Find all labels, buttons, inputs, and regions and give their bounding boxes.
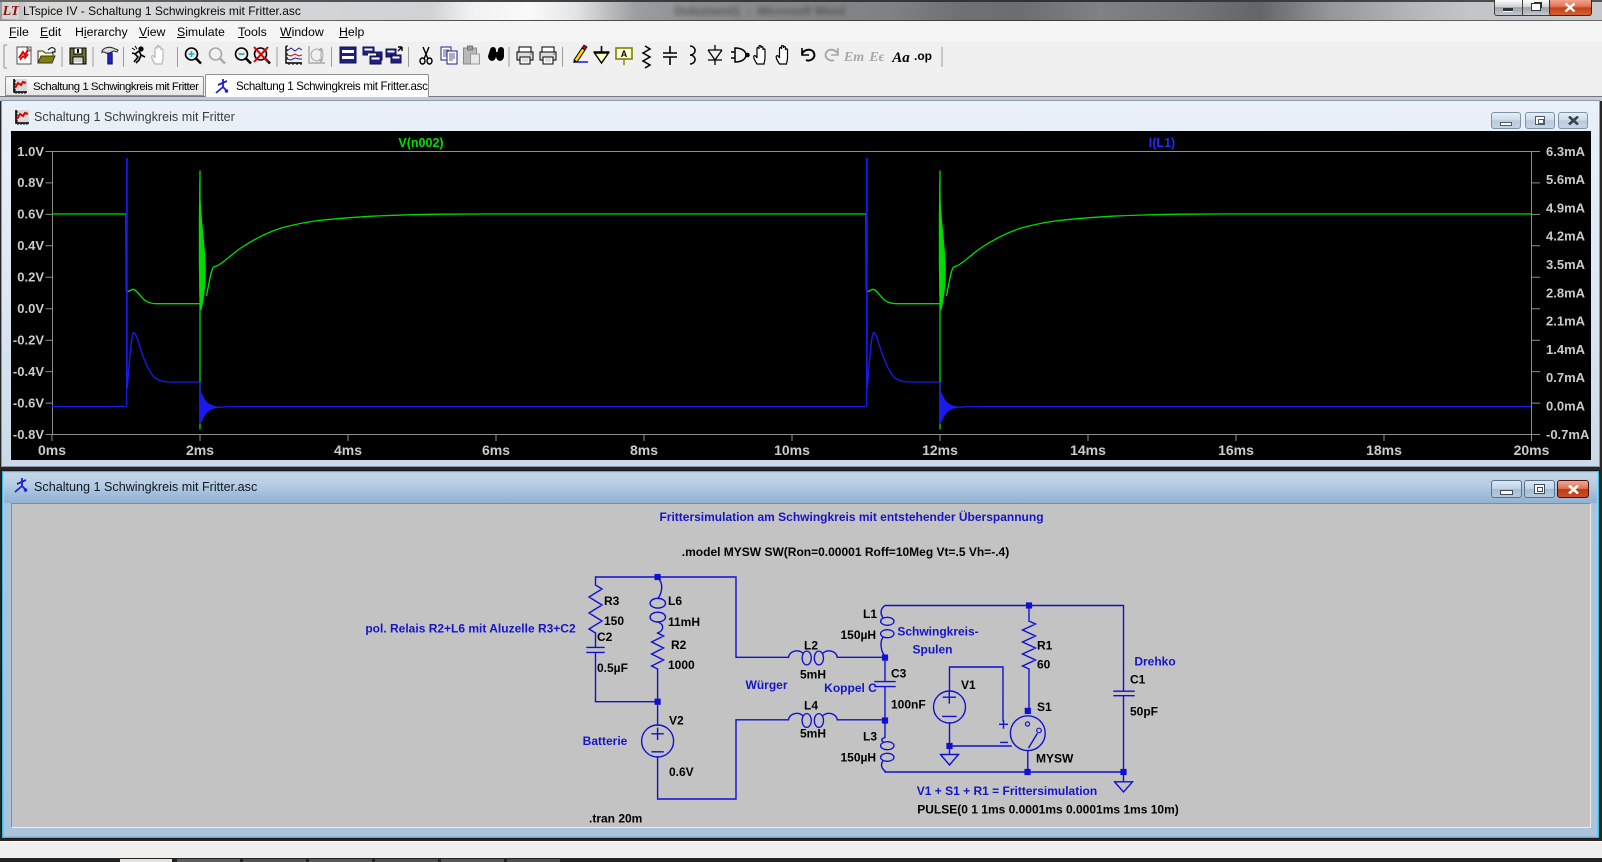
svg-text:-0.4V: -0.4V — [13, 364, 44, 379]
svg-text:R1: R1 — [1037, 639, 1053, 653]
svg-text:.tran 20m: .tran 20m — [589, 812, 642, 826]
svg-text:-0.2V: -0.2V — [13, 333, 44, 348]
svg-text:1.0V: 1.0V — [17, 144, 44, 159]
svg-text:100nF: 100nF — [891, 698, 926, 712]
svg-text:0.4V: 0.4V — [17, 238, 44, 253]
svg-text:4.2mA: 4.2mA — [1546, 229, 1586, 244]
svg-text:150µH: 150µH — [841, 751, 877, 765]
svg-text:5mH: 5mH — [800, 668, 826, 682]
svg-text:-0.7mA: -0.7mA — [1546, 427, 1590, 442]
svg-text:0.2V: 0.2V — [17, 270, 44, 285]
svg-text:8ms: 8ms — [630, 442, 658, 458]
svg-text:6.3mA: 6.3mA — [1546, 144, 1586, 159]
svg-text:Batterie: Batterie — [583, 734, 628, 748]
svg-text:L1: L1 — [863, 607, 877, 621]
svg-text:0.5µF: 0.5µF — [597, 661, 628, 675]
svg-text:11mH: 11mH — [668, 615, 700, 629]
svg-text:2.8mA: 2.8mA — [1546, 285, 1586, 300]
svg-text:5mH: 5mH — [800, 727, 826, 741]
svg-text:V1: V1 — [961, 678, 976, 692]
svg-text:pol. Relais R2+L6 mit Aluzelle: pol. Relais R2+L6 mit Aluzelle R3+C2 — [365, 622, 576, 636]
svg-text:60: 60 — [1037, 658, 1051, 672]
svg-text:14ms: 14ms — [1070, 442, 1106, 458]
svg-text:V1 + S1 + R1 = Frittersimulati: V1 + S1 + R1 = Frittersimulation — [917, 784, 1097, 798]
svg-text:MYSW: MYSW — [1036, 752, 1074, 766]
svg-text:S1: S1 — [1037, 700, 1052, 714]
svg-text:LT: LT — [2, 4, 19, 19]
svg-text:50pF: 50pF — [1130, 705, 1158, 719]
svg-text:1000: 1000 — [668, 658, 695, 672]
svg-text:PULSE(0 1 1ms 0.0001ms 0.0001m: PULSE(0 1 1ms 0.0001ms 0.0001ms 1ms 10m) — [917, 803, 1179, 817]
svg-text:L6: L6 — [668, 594, 682, 608]
svg-text:C1: C1 — [1130, 673, 1146, 687]
svg-text:4.9mA: 4.9mA — [1546, 200, 1586, 215]
svg-text:.model MYSW SW(Ron=0.00001 Rof: .model MYSW SW(Ron=0.00001 Roff=10Meg Vt… — [682, 545, 1009, 559]
svg-text:1.4mA: 1.4mA — [1546, 342, 1586, 357]
svg-text:L2: L2 — [804, 639, 818, 653]
svg-text:0.6V: 0.6V — [669, 765, 694, 779]
svg-text:V(n002): V(n002) — [398, 136, 443, 150]
svg-text:4ms: 4ms — [334, 442, 362, 458]
svg-text:2ms: 2ms — [186, 442, 214, 458]
svg-text:0.0V: 0.0V — [17, 301, 44, 316]
svg-text:3.5mA: 3.5mA — [1546, 257, 1586, 272]
svg-text:10ms: 10ms — [774, 442, 810, 458]
svg-text:L4: L4 — [804, 699, 818, 713]
svg-text:150µH: 150µH — [841, 628, 877, 642]
svg-text:Koppel C: Koppel C — [824, 681, 877, 695]
svg-text:18ms: 18ms — [1366, 442, 1402, 458]
svg-text:0.6V: 0.6V — [17, 207, 44, 222]
svg-text:A: A — [621, 49, 628, 59]
svg-text:V2: V2 — [669, 714, 684, 728]
svg-text:150: 150 — [604, 614, 624, 628]
svg-text:Schwingkreis-: Schwingkreis- — [897, 625, 978, 639]
svg-text:-0.8V: -0.8V — [13, 427, 44, 442]
svg-text:16ms: 16ms — [1218, 442, 1254, 458]
svg-text:6ms: 6ms — [482, 442, 510, 458]
svg-text:5.6mA: 5.6mA — [1546, 172, 1586, 187]
svg-text:0.0mA: 0.0mA — [1546, 399, 1586, 414]
svg-text:0.7mA: 0.7mA — [1546, 370, 1586, 385]
svg-text:L3: L3 — [863, 730, 877, 744]
svg-text:I(L1): I(L1) — [1149, 136, 1175, 150]
svg-text:Em: Em — [843, 50, 864, 65]
svg-text:12ms: 12ms — [922, 442, 958, 458]
svg-text:-0.6V: -0.6V — [13, 395, 44, 410]
svg-text:C3: C3 — [891, 667, 907, 681]
svg-text:2.1mA: 2.1mA — [1546, 314, 1586, 329]
svg-text:0.8V: 0.8V — [17, 175, 44, 190]
svg-text:Aa: Aa — [891, 50, 910, 66]
svg-text:R2: R2 — [671, 638, 687, 652]
svg-text:C2: C2 — [597, 630, 613, 644]
svg-text:Würger: Würger — [746, 678, 788, 692]
svg-text:0ms: 0ms — [38, 442, 66, 458]
svg-text:Drehko: Drehko — [1134, 655, 1175, 669]
svg-text:Spulen: Spulen — [912, 643, 952, 657]
svg-text:Frittersimulation am Schwingkr: Frittersimulation am Schwingkreis mit en… — [659, 509, 1043, 524]
svg-text:20ms: 20ms — [1514, 442, 1550, 458]
svg-text:.op: .op — [914, 49, 932, 63]
svg-text:Eϵ: Eϵ — [868, 50, 885, 65]
svg-text:R3: R3 — [604, 594, 620, 608]
